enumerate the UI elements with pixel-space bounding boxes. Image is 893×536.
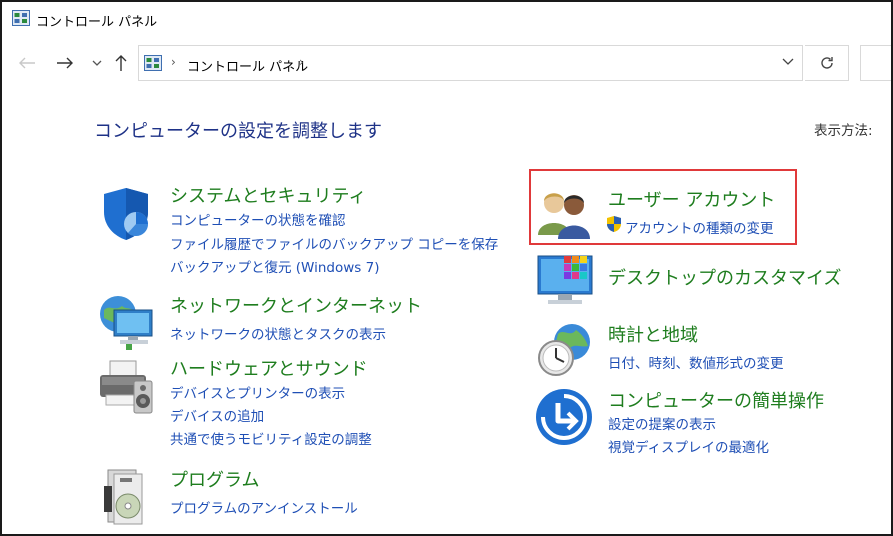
view-by-label: 表示方法: xyxy=(814,123,873,139)
highlight-box xyxy=(529,169,797,245)
programs-icon[interactable] xyxy=(96,466,158,528)
forward-button[interactable] xyxy=(54,52,76,74)
shield-icon[interactable] xyxy=(96,182,158,244)
category-title-programs[interactable]: プログラム xyxy=(170,466,259,492)
breadcrumb-control-panel[interactable]: コントロール パネル xyxy=(187,56,308,75)
control-panel-icon xyxy=(12,10,30,26)
control-panel-window: コントロール パネル › コントロール パネル › コンピューターの設定を調整し… xyxy=(0,0,893,536)
navigation-bar: › コントロール パネル › xyxy=(2,42,891,84)
link-mobility-settings[interactable]: 共通で使うモビリティ設定の調整 xyxy=(170,428,372,448)
control-panel-icon xyxy=(144,55,162,71)
link-backup-restore[interactable]: バックアップと復元 (Windows 7) xyxy=(170,256,379,276)
network-icon[interactable] xyxy=(96,292,158,354)
forward-arrow-icon xyxy=(57,57,73,69)
title-bar: コントロール パネル xyxy=(2,2,891,38)
link-suggested-settings[interactable]: 設定の提案の表示 xyxy=(608,413,716,433)
address-bar[interactable]: › コントロール パネル › xyxy=(138,45,803,81)
chevron-right-icon[interactable]: › xyxy=(171,55,176,69)
chevron-down-icon xyxy=(92,60,102,66)
refresh-icon xyxy=(820,57,833,69)
address-dropdown-button[interactable] xyxy=(782,55,794,70)
ease-of-access-icon[interactable] xyxy=(534,387,596,449)
link-check-computer-status[interactable]: コンピューターの状態を確認 xyxy=(170,209,346,229)
up-arrow-icon xyxy=(115,55,127,71)
back-button[interactable] xyxy=(16,52,38,74)
link-optimize-visual-display[interactable]: 視覚ディスプレイの最適化 xyxy=(608,436,769,456)
refresh-button[interactable] xyxy=(805,45,849,81)
chevron-right-icon[interactable]: › xyxy=(299,55,304,69)
link-add-device[interactable]: デバイスの追加 xyxy=(170,405,264,425)
desktop-icon[interactable] xyxy=(534,250,596,312)
up-button[interactable] xyxy=(110,52,132,74)
back-arrow-icon xyxy=(19,57,35,69)
link-file-history-backup[interactable]: ファイル履歴でファイルのバックアップ コピーを保存 xyxy=(170,233,498,253)
category-title-clock-region[interactable]: 時計と地域 xyxy=(608,321,698,347)
search-input[interactable] xyxy=(860,45,891,81)
category-title-hardware-sound[interactable]: ハードウェアとサウンド xyxy=(170,355,368,381)
window-title: コントロール パネル xyxy=(36,15,158,30)
recent-locations-button[interactable] xyxy=(86,52,108,74)
clock-globe-icon[interactable] xyxy=(534,320,596,382)
category-title-network-internet[interactable]: ネットワークとインターネット xyxy=(170,292,422,318)
link-devices-printers[interactable]: デバイスとプリンターの表示 xyxy=(170,382,345,402)
link-network-status-tasks[interactable]: ネットワークの状態とタスクの表示 xyxy=(170,323,386,343)
category-title-ease-of-access[interactable]: コンピューターの簡単操作 xyxy=(608,387,824,413)
category-title-desktop-customization[interactable]: デスクトップのカスタマイズ xyxy=(608,264,841,290)
printer-icon[interactable] xyxy=(96,355,158,417)
link-date-time-number-format[interactable]: 日付、時刻、数値形式の変更 xyxy=(608,352,784,372)
category-title-system-security[interactable]: システムとセキュリティ xyxy=(170,182,366,208)
link-uninstall-program[interactable]: プログラムのアンインストール xyxy=(170,497,358,517)
page-title: コンピューターの設定を調整します xyxy=(94,121,382,142)
chevron-down-icon xyxy=(782,58,794,65)
